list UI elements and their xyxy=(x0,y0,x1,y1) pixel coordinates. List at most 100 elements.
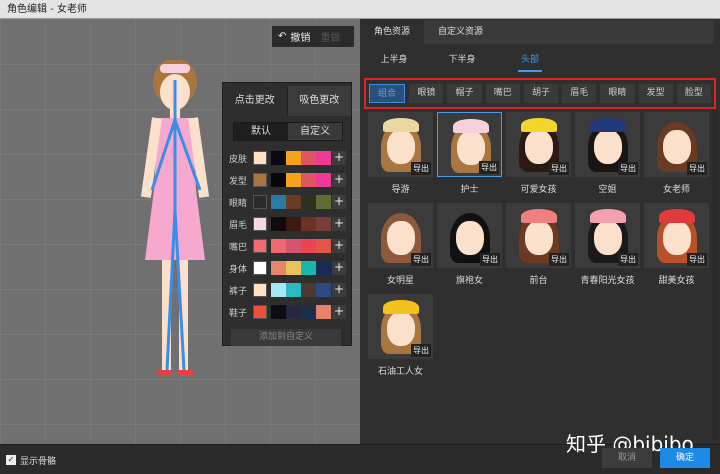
subtab-head[interactable]: 头部 xyxy=(518,50,542,72)
resource-thumbnail[interactable]: 导出 xyxy=(368,203,433,268)
tab-role-resources[interactable]: 角色资源 xyxy=(360,20,425,44)
color-swatch[interactable] xyxy=(301,261,316,275)
add-color-button[interactable]: + xyxy=(332,305,346,319)
current-color-swatch[interactable] xyxy=(253,217,267,231)
color-swatch[interactable] xyxy=(286,173,301,187)
resource-item[interactable]: 导出 甜美女孩 xyxy=(644,203,709,286)
tab-pick-color[interactable]: 吸色更改 xyxy=(286,86,351,116)
export-button[interactable]: 导出 xyxy=(411,253,431,266)
category-button[interactable]: 眼睛 xyxy=(600,84,635,103)
resource-item[interactable]: 导出 空姐 xyxy=(575,112,640,195)
undo-icon[interactable]: ↶ xyxy=(278,31,286,42)
color-swatch[interactable] xyxy=(316,261,331,275)
color-swatch[interactable] xyxy=(271,283,286,297)
add-color-button[interactable]: + xyxy=(332,173,346,187)
color-swatch[interactable] xyxy=(286,305,301,319)
color-swatch[interactable] xyxy=(316,283,331,297)
color-swatch[interactable] xyxy=(316,151,331,165)
current-color-swatch[interactable] xyxy=(253,151,267,165)
resource-thumbnail[interactable]: 导出 xyxy=(437,203,502,268)
add-color-button[interactable]: + xyxy=(332,195,346,209)
resource-item[interactable]: 导出 旗袍女 xyxy=(437,203,502,286)
resource-item[interactable]: 导出 导游 xyxy=(368,112,433,195)
current-color-swatch[interactable] xyxy=(253,261,267,275)
current-color-swatch[interactable] xyxy=(253,305,267,319)
resource-thumbnail[interactable]: 导出 xyxy=(368,112,433,177)
category-button[interactable]: 帽子 xyxy=(447,84,482,103)
category-button[interactable]: 组合 xyxy=(369,84,406,103)
mode-default[interactable]: 默认 xyxy=(234,123,288,140)
scrollbar[interactable] xyxy=(712,110,718,440)
color-swatch[interactable] xyxy=(286,261,301,275)
subtab-lower-body[interactable]: 下半身 xyxy=(428,50,496,72)
resource-thumbnail[interactable]: 导出 xyxy=(644,112,709,177)
color-swatch[interactable] xyxy=(316,305,331,319)
resource-item[interactable]: 导出 前台 xyxy=(506,203,571,286)
resource-item[interactable]: 导出 女明星 xyxy=(368,203,433,286)
undo-button[interactable]: 撤销 xyxy=(290,29,310,44)
add-color-button[interactable]: + xyxy=(332,151,346,165)
add-color-button[interactable]: + xyxy=(332,261,346,275)
current-color-swatch[interactable] xyxy=(253,283,267,297)
category-button[interactable]: 发型 xyxy=(638,84,673,103)
color-swatch[interactable] xyxy=(301,239,316,253)
tab-custom-resources[interactable]: 自定义资源 xyxy=(424,20,497,44)
resource-thumbnail[interactable]: 导出 xyxy=(437,112,502,177)
color-swatch[interactable] xyxy=(286,151,301,165)
category-button[interactable]: 胡子 xyxy=(523,84,559,103)
category-button[interactable]: 眼镜 xyxy=(409,84,444,103)
color-swatch[interactable] xyxy=(286,239,301,253)
show-bones-checkbox[interactable]: ✓ xyxy=(6,455,16,465)
export-button[interactable]: 导出 xyxy=(687,162,707,175)
redo-button[interactable]: 重做 xyxy=(320,29,340,44)
export-button[interactable]: 导出 xyxy=(411,344,431,357)
mode-custom[interactable]: 自定义 xyxy=(288,123,342,140)
color-swatch[interactable] xyxy=(271,173,286,187)
current-color-swatch[interactable] xyxy=(253,239,267,253)
cancel-button[interactable]: 取消 xyxy=(602,448,652,468)
resource-thumbnail[interactable]: 导出 xyxy=(368,294,433,359)
export-button[interactable]: 导出 xyxy=(479,161,499,174)
color-swatch[interactable] xyxy=(301,283,316,297)
character-figure[interactable] xyxy=(130,60,220,390)
resource-item[interactable]: 导出 石油工人女 xyxy=(368,294,433,377)
export-button[interactable]: 导出 xyxy=(549,253,569,266)
resource-item[interactable]: 导出 青春阳光女孩 xyxy=(575,203,640,286)
resource-thumbnail[interactable]: 导出 xyxy=(506,203,571,268)
color-swatch[interactable] xyxy=(286,217,301,231)
color-swatch[interactable] xyxy=(271,151,286,165)
add-color-button[interactable]: + xyxy=(332,283,346,297)
add-to-custom-button[interactable]: 添加到自定义 xyxy=(231,329,341,346)
color-swatch[interactable] xyxy=(271,261,286,275)
add-color-button[interactable]: + xyxy=(332,239,346,253)
category-button[interactable]: 脸型 xyxy=(676,84,711,103)
export-button[interactable]: 导出 xyxy=(618,162,638,175)
color-swatch[interactable] xyxy=(286,283,301,297)
export-button[interactable]: 导出 xyxy=(549,162,569,175)
color-swatch[interactable] xyxy=(301,151,316,165)
resource-item[interactable]: 导出 护士 xyxy=(437,112,502,195)
color-swatch[interactable] xyxy=(271,217,286,231)
color-swatch[interactable] xyxy=(271,239,286,253)
resource-thumbnail[interactable]: 导出 xyxy=(644,203,709,268)
color-swatch[interactable] xyxy=(271,305,286,319)
color-swatch[interactable] xyxy=(301,305,316,319)
color-swatch[interactable] xyxy=(316,217,331,231)
export-button[interactable]: 导出 xyxy=(480,253,500,266)
subtab-upper-body[interactable]: 上半身 xyxy=(360,50,428,72)
add-color-button[interactable]: + xyxy=(332,217,346,231)
export-button[interactable]: 导出 xyxy=(411,162,431,175)
color-swatch[interactable] xyxy=(286,195,301,209)
resource-thumbnail[interactable]: 导出 xyxy=(506,112,571,177)
color-swatch[interactable] xyxy=(301,217,316,231)
current-color-swatch[interactable] xyxy=(253,195,267,209)
resource-item[interactable]: 导出 可爱女孩 xyxy=(506,112,571,195)
resource-thumbnail[interactable]: 导出 xyxy=(575,112,640,177)
category-button[interactable]: 眉毛 xyxy=(562,84,597,103)
color-swatch[interactable] xyxy=(301,173,316,187)
color-swatch[interactable] xyxy=(316,173,331,187)
ok-button[interactable]: 确定 xyxy=(660,448,710,468)
resource-item[interactable]: 导出 女老师 xyxy=(644,112,709,195)
color-swatch[interactable] xyxy=(301,195,316,209)
current-color-swatch[interactable] xyxy=(253,173,267,187)
